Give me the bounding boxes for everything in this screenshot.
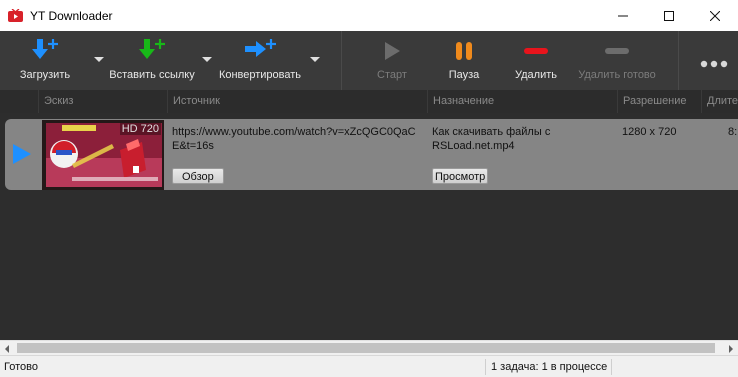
- paste-link-button[interactable]: Вставить ссылку: [106, 31, 198, 90]
- video-thumbnail[interactable]: HD 720: [42, 120, 164, 190]
- column-header-duration[interactable]: Длите: [701, 90, 738, 113]
- convert-button[interactable]: Конвертировать: [214, 31, 306, 90]
- status-text: Готово: [4, 361, 38, 373]
- more-dots-icon: [700, 60, 728, 68]
- minimize-icon: [618, 15, 628, 16]
- status-divider: [611, 359, 612, 375]
- destination-line1: Как скачивать файлы с: [432, 126, 551, 138]
- pause-label: Пауза: [448, 69, 480, 81]
- more-button[interactable]: [690, 31, 738, 90]
- title-bar: YT Downloader: [0, 0, 738, 31]
- app-logo-icon: [8, 9, 23, 22]
- browse-button[interactable]: Обзор: [172, 168, 224, 184]
- delete-done-label: Удалить готово: [578, 69, 656, 81]
- delete-minus-icon: [524, 48, 548, 54]
- convert-dropdown-arrow[interactable]: [310, 57, 320, 62]
- download-dropdown-arrow[interactable]: [94, 57, 104, 62]
- download-button[interactable]: Загрузить: [14, 31, 76, 90]
- delete-button[interactable]: Удалить: [506, 31, 566, 90]
- download-label: Загрузить: [19, 69, 71, 81]
- close-button[interactable]: [692, 0, 738, 31]
- view-button[interactable]: Просмотр: [432, 168, 489, 184]
- resolution-value: 1280 x 720: [622, 126, 677, 138]
- window-title: YT Downloader: [30, 9, 113, 23]
- start-label: Старт: [377, 69, 407, 81]
- scroll-left-arrow-icon[interactable]: [5, 345, 9, 353]
- column-header-thumbnail[interactable]: Эскиз: [38, 90, 167, 113]
- playing-indicator-icon: [13, 144, 31, 164]
- duration-value: 8:: [728, 126, 738, 138]
- download-list: HD 720 https://www.youtube.com/watch?v=x…: [0, 113, 738, 340]
- hd-quality-badge: HD 720: [119, 123, 161, 135]
- scroll-right-arrow-icon[interactable]: [729, 345, 733, 353]
- close-icon: [710, 10, 720, 21]
- source-url-line1: https://www.youtube.com/watch?v=xZcQGC0Q…: [172, 126, 416, 138]
- maximize-icon: [664, 10, 674, 21]
- toolbar-separator: [678, 31, 679, 90]
- convert-arrow-icon: [245, 39, 276, 57]
- delete-done-button[interactable]: Удалить готово: [572, 31, 662, 90]
- source-url-line2: E&t=16s: [172, 140, 214, 152]
- paste-link-dropdown-arrow[interactable]: [202, 57, 212, 62]
- status-bar: Готово 1 задача: 1 в процессе: [0, 355, 738, 377]
- status-divider: [485, 359, 486, 375]
- table-row[interactable]: HD 720 https://www.youtube.com/watch?v=x…: [5, 119, 738, 190]
- minimize-button[interactable]: [600, 0, 646, 31]
- horizontal-scrollbar[interactable]: [0, 340, 738, 355]
- paste-link-arrow-icon: [139, 39, 165, 59]
- paste-link-label: Вставить ссылку: [109, 69, 195, 81]
- toolbar: Загрузить Вставить ссылку Конвертировать: [0, 31, 738, 90]
- column-header: Эскиз Источник Назначение Разрешение Дли…: [0, 90, 738, 113]
- maximize-button[interactable]: [646, 0, 692, 31]
- start-button[interactable]: Старт: [366, 31, 418, 90]
- toolbar-separator: [341, 31, 342, 90]
- play-icon: [385, 42, 400, 60]
- delete-label: Удалить: [515, 69, 557, 81]
- convert-label: Конвертировать: [218, 69, 302, 81]
- pause-button[interactable]: Пауза: [436, 31, 492, 90]
- column-header-source[interactable]: Источник: [167, 90, 427, 113]
- download-arrow-icon: [32, 39, 58, 59]
- destination-line2: RSLoad.net.mp4: [432, 140, 515, 152]
- column-header-destination[interactable]: Назначение: [427, 90, 617, 113]
- column-header-resolution[interactable]: Разрешение: [617, 90, 701, 113]
- pause-icon: [456, 42, 472, 60]
- scrollbar-thumb[interactable]: [17, 343, 715, 353]
- delete-done-minus-icon: [605, 48, 629, 54]
- task-count: 1 задача: 1 в процессе: [491, 361, 608, 373]
